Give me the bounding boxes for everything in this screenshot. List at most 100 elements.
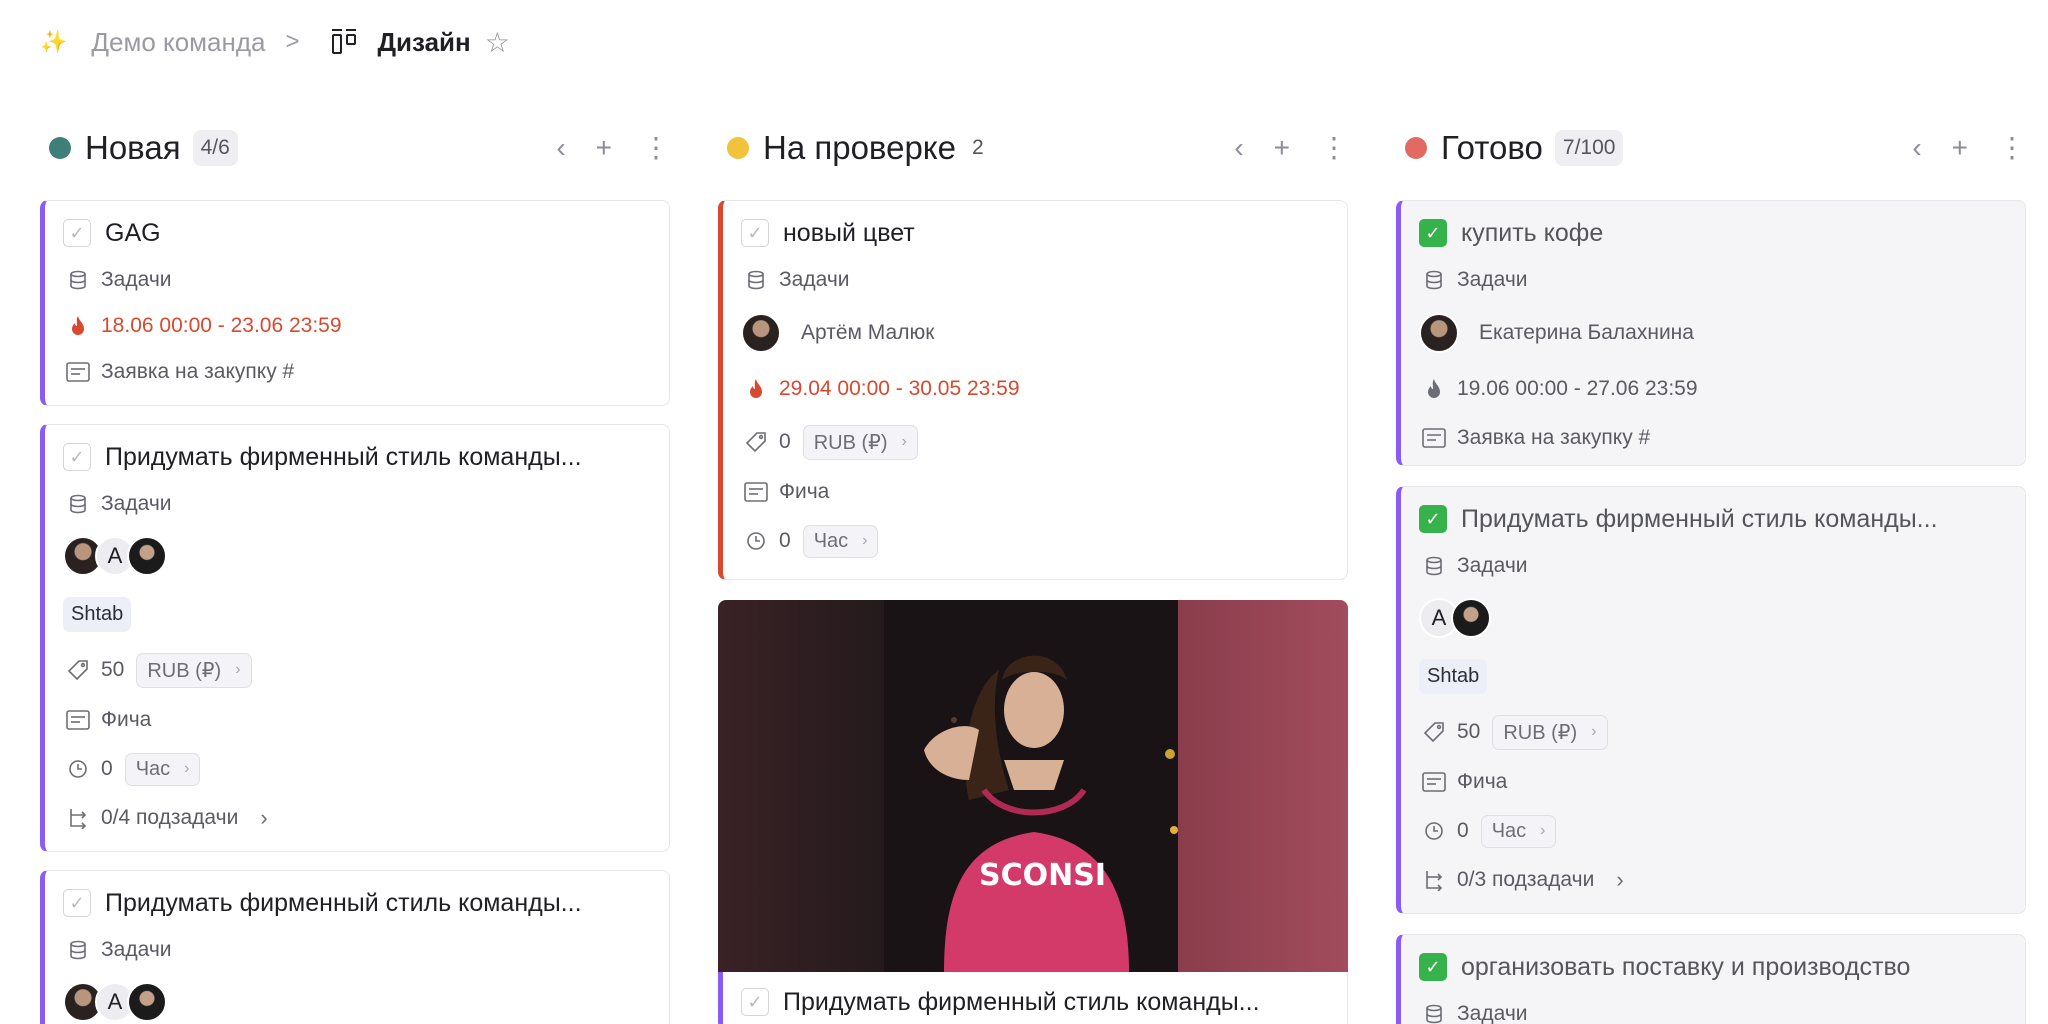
column-title: На проверке bbox=[763, 129, 956, 166]
card-form: Заявка на закупку # bbox=[101, 360, 295, 383]
database-icon bbox=[1419, 1004, 1449, 1024]
tag-badge: Shtab bbox=[1419, 658, 1488, 694]
card-price: 50 bbox=[101, 658, 125, 681]
form-icon bbox=[1419, 772, 1449, 792]
task-card[interactable]: ✓ купить кофе Задачи Екатерина Балахнина … bbox=[1396, 200, 2026, 466]
clock-icon bbox=[1419, 821, 1449, 841]
card-form: Фича bbox=[779, 480, 830, 503]
more-vertical-icon[interactable]: ⋮ bbox=[1320, 134, 1348, 162]
price-tag-icon bbox=[741, 431, 771, 453]
card-database: Задачи bbox=[101, 492, 172, 515]
currency-selector[interactable]: RUB (₽) › bbox=[802, 424, 918, 460]
star-icon[interactable]: ☆ bbox=[485, 26, 510, 59]
card-database: Задачи bbox=[101, 268, 172, 291]
more-vertical-icon[interactable]: ⋮ bbox=[1998, 134, 2026, 162]
card-form: Заявка на закупку # bbox=[1457, 426, 1651, 449]
card-database: Задачи bbox=[1457, 1002, 1528, 1024]
task-card[interactable]: ✓ GAG Задачи 18.06 00:00 - 23.06 23:59 За… bbox=[40, 200, 670, 406]
assignee-avatars[interactable]: A bbox=[63, 536, 167, 576]
add-card-icon[interactable]: + bbox=[1274, 134, 1290, 162]
avatar bbox=[127, 982, 167, 1022]
add-card-icon[interactable]: + bbox=[1952, 134, 1968, 162]
tag-badge: Shtab bbox=[63, 596, 132, 632]
checkbox[interactable]: ✓ bbox=[741, 219, 769, 247]
flame-icon bbox=[63, 315, 93, 337]
card-database: Задачи bbox=[101, 938, 172, 961]
collapse-left-icon[interactable]: ‹ bbox=[556, 134, 565, 162]
currency-label: RUB (₽) bbox=[1503, 721, 1578, 744]
time-unit-selector[interactable]: Час › bbox=[1480, 814, 1557, 848]
collapse-left-icon[interactable]: ‹ bbox=[1912, 134, 1921, 162]
assignee-name: Артём Малюк bbox=[801, 321, 935, 344]
card-title: организовать поставку и производство bbox=[1461, 952, 1911, 981]
card-price: 50 bbox=[1457, 720, 1481, 743]
column-count-badge: 2 bbox=[971, 136, 984, 159]
chevron-right-icon[interactable]: › bbox=[260, 805, 267, 831]
column-header: Новая 4/6 ‹ + ⋮ bbox=[40, 118, 670, 178]
column-count-badge: 7/100 bbox=[1554, 130, 1624, 166]
form-icon bbox=[63, 710, 93, 730]
svg-text:SCONSI: SCONSI bbox=[979, 858, 1106, 893]
assignee-avatars[interactable]: A bbox=[1419, 598, 1491, 638]
chevron-right-icon[interactable]: › bbox=[1616, 867, 1623, 893]
form-icon bbox=[741, 482, 771, 502]
time-unit-selector[interactable]: Час › bbox=[124, 752, 201, 786]
time-unit-label: Час bbox=[1491, 819, 1527, 842]
card-hours: 0 bbox=[101, 757, 113, 780]
checkbox[interactable]: ✓ bbox=[63, 219, 91, 247]
card-date-range: 18.06 00:00 - 23.06 23:59 bbox=[101, 314, 342, 337]
collapse-left-icon[interactable]: ‹ bbox=[1234, 134, 1243, 162]
price-tag-icon bbox=[1419, 721, 1449, 743]
card-title: GAG bbox=[105, 218, 161, 247]
task-card[interactable]: ✓ организовать поставку и производство За… bbox=[1396, 934, 2026, 1024]
checkbox-checked[interactable]: ✓ bbox=[1419, 505, 1447, 533]
page-title: Дизайн bbox=[377, 26, 471, 57]
avatar bbox=[1419, 313, 1459, 353]
avatar bbox=[127, 536, 167, 576]
clock-icon bbox=[741, 531, 771, 551]
time-unit-selector[interactable]: Час › bbox=[802, 524, 879, 558]
status-dot bbox=[1405, 137, 1427, 159]
subtasks-icon bbox=[1419, 869, 1449, 891]
add-card-icon[interactable]: + bbox=[596, 134, 612, 162]
task-card-with-cover[interactable]: SCONSI ✓ Придумать фирменный стиль коман… bbox=[718, 600, 1348, 1024]
database-icon bbox=[63, 940, 93, 960]
chevron-right-icon: > bbox=[285, 28, 300, 55]
task-card[interactable]: ✓ Придумать фирменный стиль команды... За… bbox=[1396, 486, 2026, 914]
more-vertical-icon[interactable]: ⋮ bbox=[642, 134, 670, 162]
column-count-badge: 4/6 bbox=[192, 130, 238, 166]
checkbox-checked[interactable]: ✓ bbox=[1419, 219, 1447, 247]
chevron-right-icon: › bbox=[1540, 822, 1546, 839]
kanban-board-icon bbox=[330, 27, 360, 57]
currency-selector[interactable]: RUB (₽) › bbox=[1492, 714, 1608, 750]
currency-label: RUB (₽) bbox=[147, 659, 222, 682]
assignee-avatars[interactable]: A bbox=[63, 982, 167, 1022]
card-hours: 0 bbox=[1457, 819, 1469, 842]
card-price: 0 bbox=[779, 430, 791, 453]
assignee-name: Екатерина Балахнина bbox=[1479, 321, 1694, 344]
flame-icon bbox=[1419, 378, 1449, 400]
card-title: Придумать фирменный стиль команды... bbox=[105, 888, 582, 917]
subtasks-count[interactable]: 0/3 подзадачи bbox=[1457, 868, 1594, 892]
card-form: Фича bbox=[101, 708, 152, 731]
task-card[interactable]: ✓ новый цвет Задачи Артём Малюк 29.04 00:… bbox=[718, 200, 1348, 580]
form-icon bbox=[63, 362, 93, 382]
column-new: Новая 4/6 ‹ + ⋮ ✓ GAG Задачи 18.06 00:00 … bbox=[40, 118, 670, 1024]
price-tag-icon bbox=[63, 659, 93, 681]
chevron-right-icon: › bbox=[901, 433, 907, 450]
task-card[interactable]: ✓ Придумать фирменный стиль команды... За… bbox=[40, 870, 670, 1024]
checkbox[interactable]: ✓ bbox=[63, 889, 91, 917]
cover-image: SCONSI bbox=[718, 600, 1348, 972]
database-icon bbox=[1419, 556, 1449, 576]
subtasks-count[interactable]: 0/4 подзадачи bbox=[101, 806, 238, 830]
task-card[interactable]: ✓ Придумать фирменный стиль команды... За… bbox=[40, 424, 670, 852]
chevron-right-icon: › bbox=[1591, 723, 1597, 740]
checkbox-checked[interactable]: ✓ bbox=[1419, 953, 1447, 981]
card-database: Задачи bbox=[1457, 554, 1528, 577]
currency-selector[interactable]: RUB (₽) › bbox=[136, 652, 252, 688]
breadcrumb-team-link[interactable]: Демо команда bbox=[91, 27, 265, 58]
card-title: Придумать фирменный стиль команды... bbox=[1461, 504, 1938, 533]
card-title: новый цвет bbox=[783, 218, 915, 247]
checkbox[interactable]: ✓ bbox=[741, 988, 769, 1016]
checkbox[interactable]: ✓ bbox=[63, 443, 91, 471]
